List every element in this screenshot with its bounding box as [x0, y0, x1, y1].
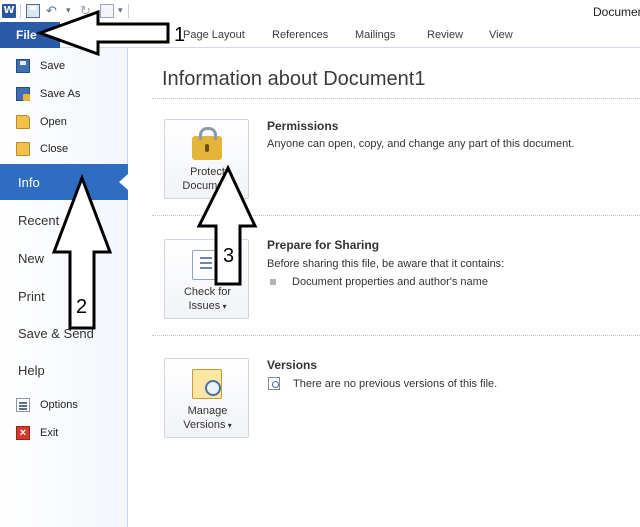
title-bar: W ↶ ▾ ↻ ▾ Documen	[0, 0, 640, 22]
close-folder-icon	[16, 142, 30, 156]
check-for-issues-button[interactable]: Check for Issues ▾	[164, 239, 249, 319]
nav-info-label: Info	[18, 175, 40, 190]
nav-new[interactable]: New	[0, 240, 128, 276]
nav-save[interactable]: Save	[0, 54, 128, 78]
check-for-issues-label-line2: Issues ▾	[188, 300, 227, 312]
nav-open-label: Open	[40, 116, 67, 128]
nav-close-label: Close	[40, 143, 69, 155]
nav-help-label: Help	[18, 363, 45, 378]
manage-versions-button[interactable]: Manage Versions ▾	[164, 358, 249, 438]
save-icon	[16, 59, 30, 73]
annotation-label-1: 1	[174, 24, 186, 46]
redo-icon[interactable]: ↻	[80, 4, 94, 18]
print-preview-icon[interactable]	[100, 4, 114, 18]
nav-help[interactable]: Help	[0, 352, 128, 388]
backstage-nav: Save Save As Open Close Info Recent New …	[0, 48, 128, 527]
checklist-icon	[192, 250, 222, 280]
dropdown-caret-icon: ▾	[225, 421, 232, 430]
versions-icon	[192, 369, 222, 399]
tab-page-layout[interactable]: Page Layout	[183, 29, 245, 41]
annotation-label-2: 2	[76, 296, 88, 318]
save-as-icon	[16, 87, 30, 101]
nav-save-send[interactable]: Save & Send	[0, 315, 128, 351]
exit-icon: ×	[16, 426, 30, 440]
open-folder-icon	[16, 115, 30, 129]
options-icon	[16, 398, 30, 412]
window-title: Documen	[593, 5, 640, 19]
manage-versions-label-line2: Versions ▾	[183, 419, 232, 431]
permissions-title: Permissions	[267, 119, 339, 133]
toolbar-divider	[20, 4, 21, 18]
active-indicator-icon	[119, 174, 128, 190]
customize-toolbar-icon[interactable]: ▾	[118, 5, 123, 16]
section-divider	[152, 215, 640, 216]
tab-review[interactable]: Review	[427, 29, 463, 41]
versions-description: There are no previous versions of this f…	[293, 378, 498, 390]
protect-document-button[interactable]: Protect Document	[164, 119, 249, 199]
dropdown-caret-icon: ▾	[220, 302, 227, 311]
tab-view[interactable]: View	[489, 29, 513, 41]
section-divider	[152, 335, 640, 336]
nav-options[interactable]: Options	[0, 393, 128, 417]
document-version-icon	[268, 377, 280, 390]
nav-info[interactable]: Info	[0, 164, 128, 200]
lock-icon	[192, 127, 222, 160]
annotation-label-3: 3	[223, 245, 235, 267]
nav-recent[interactable]: Recent	[0, 202, 128, 238]
toolbar-divider	[128, 4, 129, 18]
prepare-sharing-title: Prepare for Sharing	[267, 238, 380, 252]
nav-new-label: New	[18, 251, 45, 266]
permissions-description: Anyone can open, copy, and change any pa…	[267, 138, 575, 150]
quick-save-icon[interactable]	[26, 4, 40, 18]
nav-close[interactable]: Close	[0, 137, 128, 161]
versions-title: Versions	[267, 358, 318, 372]
nav-open[interactable]: Open	[0, 110, 128, 134]
tab-insert[interactable]: Insert	[127, 29, 155, 41]
tab-mailings[interactable]: Mailings	[355, 29, 395, 41]
nav-exit[interactable]: × Exit	[0, 421, 128, 445]
prepare-sharing-description: Before sharing this file, be aware that …	[267, 258, 505, 270]
protect-document-label-line2: Document	[182, 180, 233, 192]
tab-home[interactable]: Home	[70, 29, 99, 41]
nav-save-as-label: Save As	[40, 88, 81, 100]
tab-file[interactable]: File	[0, 22, 60, 48]
nav-print[interactable]: Print	[0, 278, 128, 314]
nav-save-as[interactable]: Save As	[0, 82, 128, 106]
undo-icon[interactable]: ↶	[46, 4, 60, 18]
page-title: Information about Document1	[162, 68, 426, 90]
nav-recent-label: Recent	[18, 213, 60, 228]
nav-options-label: Options	[40, 399, 78, 411]
undo-dropdown-icon[interactable]: ▾	[66, 5, 71, 16]
check-for-issues-label-line1: Check for	[183, 286, 232, 298]
bullet-icon	[270, 279, 276, 285]
section-divider	[152, 98, 640, 99]
nav-save-send-label: Save & Send	[18, 326, 94, 341]
nav-print-label: Print	[18, 289, 45, 304]
document-properties-item: Document properties and author's name	[292, 276, 488, 288]
word-logo-icon: W	[2, 4, 16, 18]
protect-document-label-line1: Protect	[190, 166, 225, 178]
nav-save-label: Save	[40, 60, 66, 72]
manage-versions-label-line1: Manage	[187, 405, 228, 417]
tab-references[interactable]: References	[272, 29, 328, 41]
nav-exit-label: Exit	[40, 427, 59, 439]
